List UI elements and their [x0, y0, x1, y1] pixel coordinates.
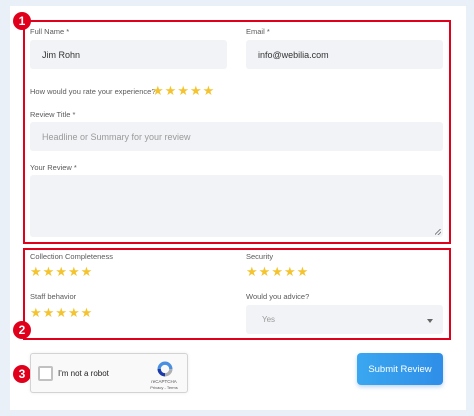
star-icon[interactable]: ★ [43, 306, 55, 319]
recaptcha-widget: I'm not a robot reCAPTCHA Privacy - Term… [30, 353, 188, 393]
experience-label: How would you rate your experience? [30, 87, 156, 96]
star-icon[interactable]: ★ [297, 265, 309, 278]
star-icon[interactable]: ★ [81, 306, 93, 319]
star-icon[interactable]: ★ [284, 265, 296, 278]
staff-behavior-label: Staff behavior [30, 292, 77, 301]
star-icon[interactable]: ★ [165, 84, 177, 97]
star-icon[interactable]: ★ [203, 84, 215, 97]
star-icon[interactable]: ★ [271, 265, 283, 278]
resize-handle[interactable] [435, 229, 441, 235]
section-marker-1: 1 [13, 12, 31, 30]
experience-rating[interactable]: ★ ★ ★ ★ ★ [152, 84, 214, 97]
advice-selected-value: Yes [262, 315, 276, 324]
collection-completeness-rating[interactable]: ★ ★ ★ ★ ★ [30, 265, 92, 278]
review-title-input[interactable]: Headline or Summary for your review [30, 122, 443, 151]
security-rating[interactable]: ★ ★ ★ ★ ★ [246, 265, 308, 278]
star-icon[interactable]: ★ [152, 84, 164, 97]
email-input[interactable]: info@webilia.com [246, 40, 443, 69]
section-marker-2: 2 [13, 321, 31, 339]
recaptcha-terms-link[interactable]: Privacy - Terms [144, 385, 184, 390]
chevron-down-icon [427, 319, 433, 323]
star-icon[interactable]: ★ [43, 265, 55, 278]
star-icon[interactable]: ★ [55, 265, 67, 278]
your-review-textarea[interactable] [30, 175, 443, 237]
submit-review-button[interactable]: Submit Review [357, 353, 443, 385]
section-marker-3: 3 [13, 365, 31, 383]
your-review-label: Your Review * [30, 163, 77, 172]
email-label: Email * [246, 27, 270, 36]
star-icon[interactable]: ★ [177, 84, 189, 97]
full-name-input[interactable]: Jim Rohn [30, 40, 227, 69]
staff-behavior-rating[interactable]: ★ ★ ★ ★ ★ [30, 306, 92, 319]
star-icon[interactable]: ★ [190, 84, 202, 97]
security-label: Security [246, 252, 274, 261]
star-icon[interactable]: ★ [81, 265, 93, 278]
star-icon[interactable]: ★ [68, 265, 80, 278]
review-title-label: Review Title * [30, 110, 76, 119]
star-icon[interactable]: ★ [68, 306, 80, 319]
recaptcha-label: I'm not a robot [58, 369, 109, 378]
full-name-label: Full Name * [30, 27, 70, 36]
advice-select[interactable]: Yes [246, 305, 443, 334]
star-icon[interactable]: ★ [30, 306, 42, 319]
star-icon[interactable]: ★ [259, 265, 271, 278]
recaptcha-logo-icon [157, 361, 173, 377]
collection-completeness-label: Collection Completeness [30, 252, 113, 261]
star-icon[interactable]: ★ [30, 265, 42, 278]
advice-label: Would you advice? [246, 292, 310, 301]
recaptcha-brand: reCAPTCHA [151, 379, 177, 384]
recaptcha-checkbox[interactable] [38, 366, 53, 381]
star-icon[interactable]: ★ [55, 306, 67, 319]
star-icon[interactable]: ★ [246, 265, 258, 278]
